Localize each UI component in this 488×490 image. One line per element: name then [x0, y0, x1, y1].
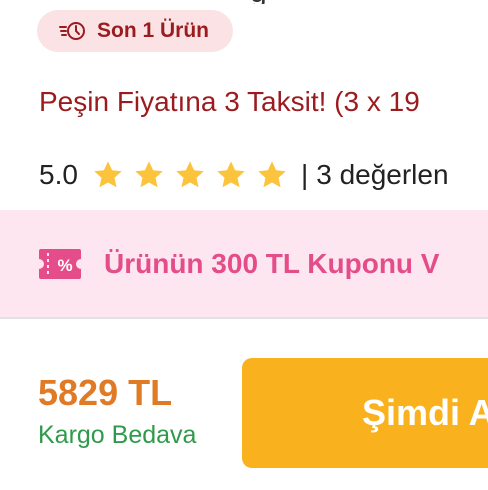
- coupon-text[interactable]: Ürünün 300 TL Kuponu V: [104, 245, 439, 283]
- coupon-icon: %: [39, 249, 81, 279]
- star-icon: [258, 161, 286, 188]
- rating-row[interactable]: 5.0 | 3 değerlen: [39, 155, 449, 195]
- product-title[interactable]: Peşin Fiyatına 3 Taksit! (3 x 19: [39, 84, 420, 120]
- star-icon: [135, 161, 163, 188]
- review-count-link[interactable]: 3 değerlen: [316, 159, 448, 191]
- svg-text:%: %: [57, 256, 72, 275]
- star-icon: [176, 161, 204, 188]
- buy-now-button[interactable]: Şimdi A: [242, 358, 488, 468]
- rating-stars: [92, 159, 297, 191]
- free-shipping-label: Kargo Bedava: [38, 421, 197, 449]
- cropped-glyph: g: [250, 0, 290, 4]
- star-icon: [94, 161, 122, 188]
- stock-badge: Son 1 Ürün: [37, 10, 233, 52]
- rating-separator: |: [300, 159, 309, 190]
- clock-icon: [59, 22, 85, 40]
- buy-now-label: Şimdi A: [362, 392, 488, 433]
- rating-score: 5.0: [39, 159, 78, 190]
- stock-badge-label: Son 1 Ürün: [97, 19, 210, 42]
- star-icon: [217, 161, 245, 188]
- price: 5829 TL: [38, 372, 173, 413]
- coupon-banner[interactable]: % Ürünün 300 TL Kuponu V: [0, 210, 488, 319]
